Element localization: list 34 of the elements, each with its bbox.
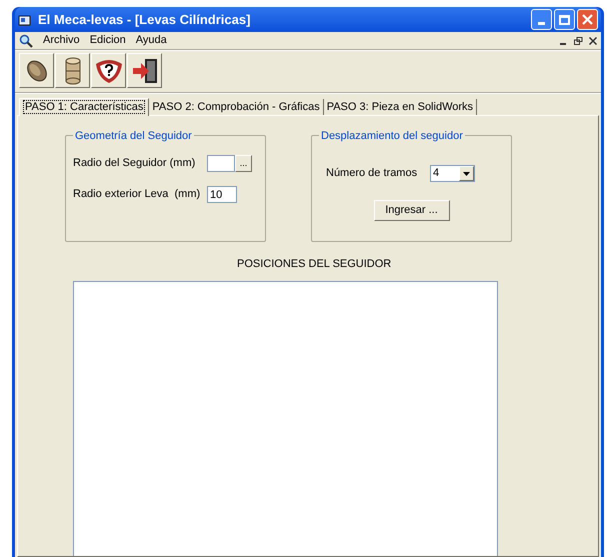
dropdown[interactable]: 4: [430, 165, 475, 182]
maximize-button[interactable]: [554, 9, 575, 30]
toolbar-button[interactable]: [19, 53, 54, 88]
ingresar-button[interactable]: Ingresar ...: [374, 200, 450, 221]
toolbar-button[interactable]: [127, 53, 162, 88]
input-field[interactable]: 10: [207, 186, 237, 203]
restore-icon[interactable]: [574, 36, 583, 44]
app-icon: [18, 14, 32, 26]
browse-button[interactable]: ...: [235, 155, 252, 172]
minimize-button[interactable]: [531, 9, 552, 30]
cylinder-icon: [62, 56, 82, 84]
tab[interactable]: PASO 1: Características: [19, 98, 150, 116]
tab[interactable]: PASO 3: Pieza en SolidWorks: [324, 99, 478, 115]
close-icon: [582, 14, 593, 25]
input-field[interactable]: [207, 155, 235, 172]
field-label: Radio del Seguidor (mm): [73, 156, 196, 172]
field-label: Radio exterior Leva (mm): [73, 187, 202, 202]
group-title: Geometría del Seguidor: [73, 128, 194, 144]
menu-item[interactable]: Edicion: [90, 32, 126, 49]
menu-item[interactable]: Ayuda: [136, 32, 167, 49]
close-button[interactable]: [577, 9, 598, 30]
section-title: POSICIONES DEL SEGUIDOR: [237, 257, 392, 272]
menu-item[interactable]: Archivo: [43, 32, 80, 49]
toolbar-button[interactable]: [55, 53, 90, 88]
exit-door-icon: [130, 56, 158, 84]
help-icon: [94, 58, 124, 84]
search-icon: [19, 34, 33, 48]
dropdown-arrow-icon: [463, 172, 470, 176]
window-title: El Meca-levas - [Levas Cilíndricas]: [38, 10, 250, 29]
tab[interactable]: PASO 2: Comprobación - Gráficas: [149, 99, 324, 115]
toolbar-button[interactable]: [91, 53, 126, 88]
group-title: Desplazamiento del seguidor: [319, 128, 465, 144]
field-label: Número de tramos: [326, 166, 418, 182]
close-icon[interactable]: [589, 36, 597, 44]
